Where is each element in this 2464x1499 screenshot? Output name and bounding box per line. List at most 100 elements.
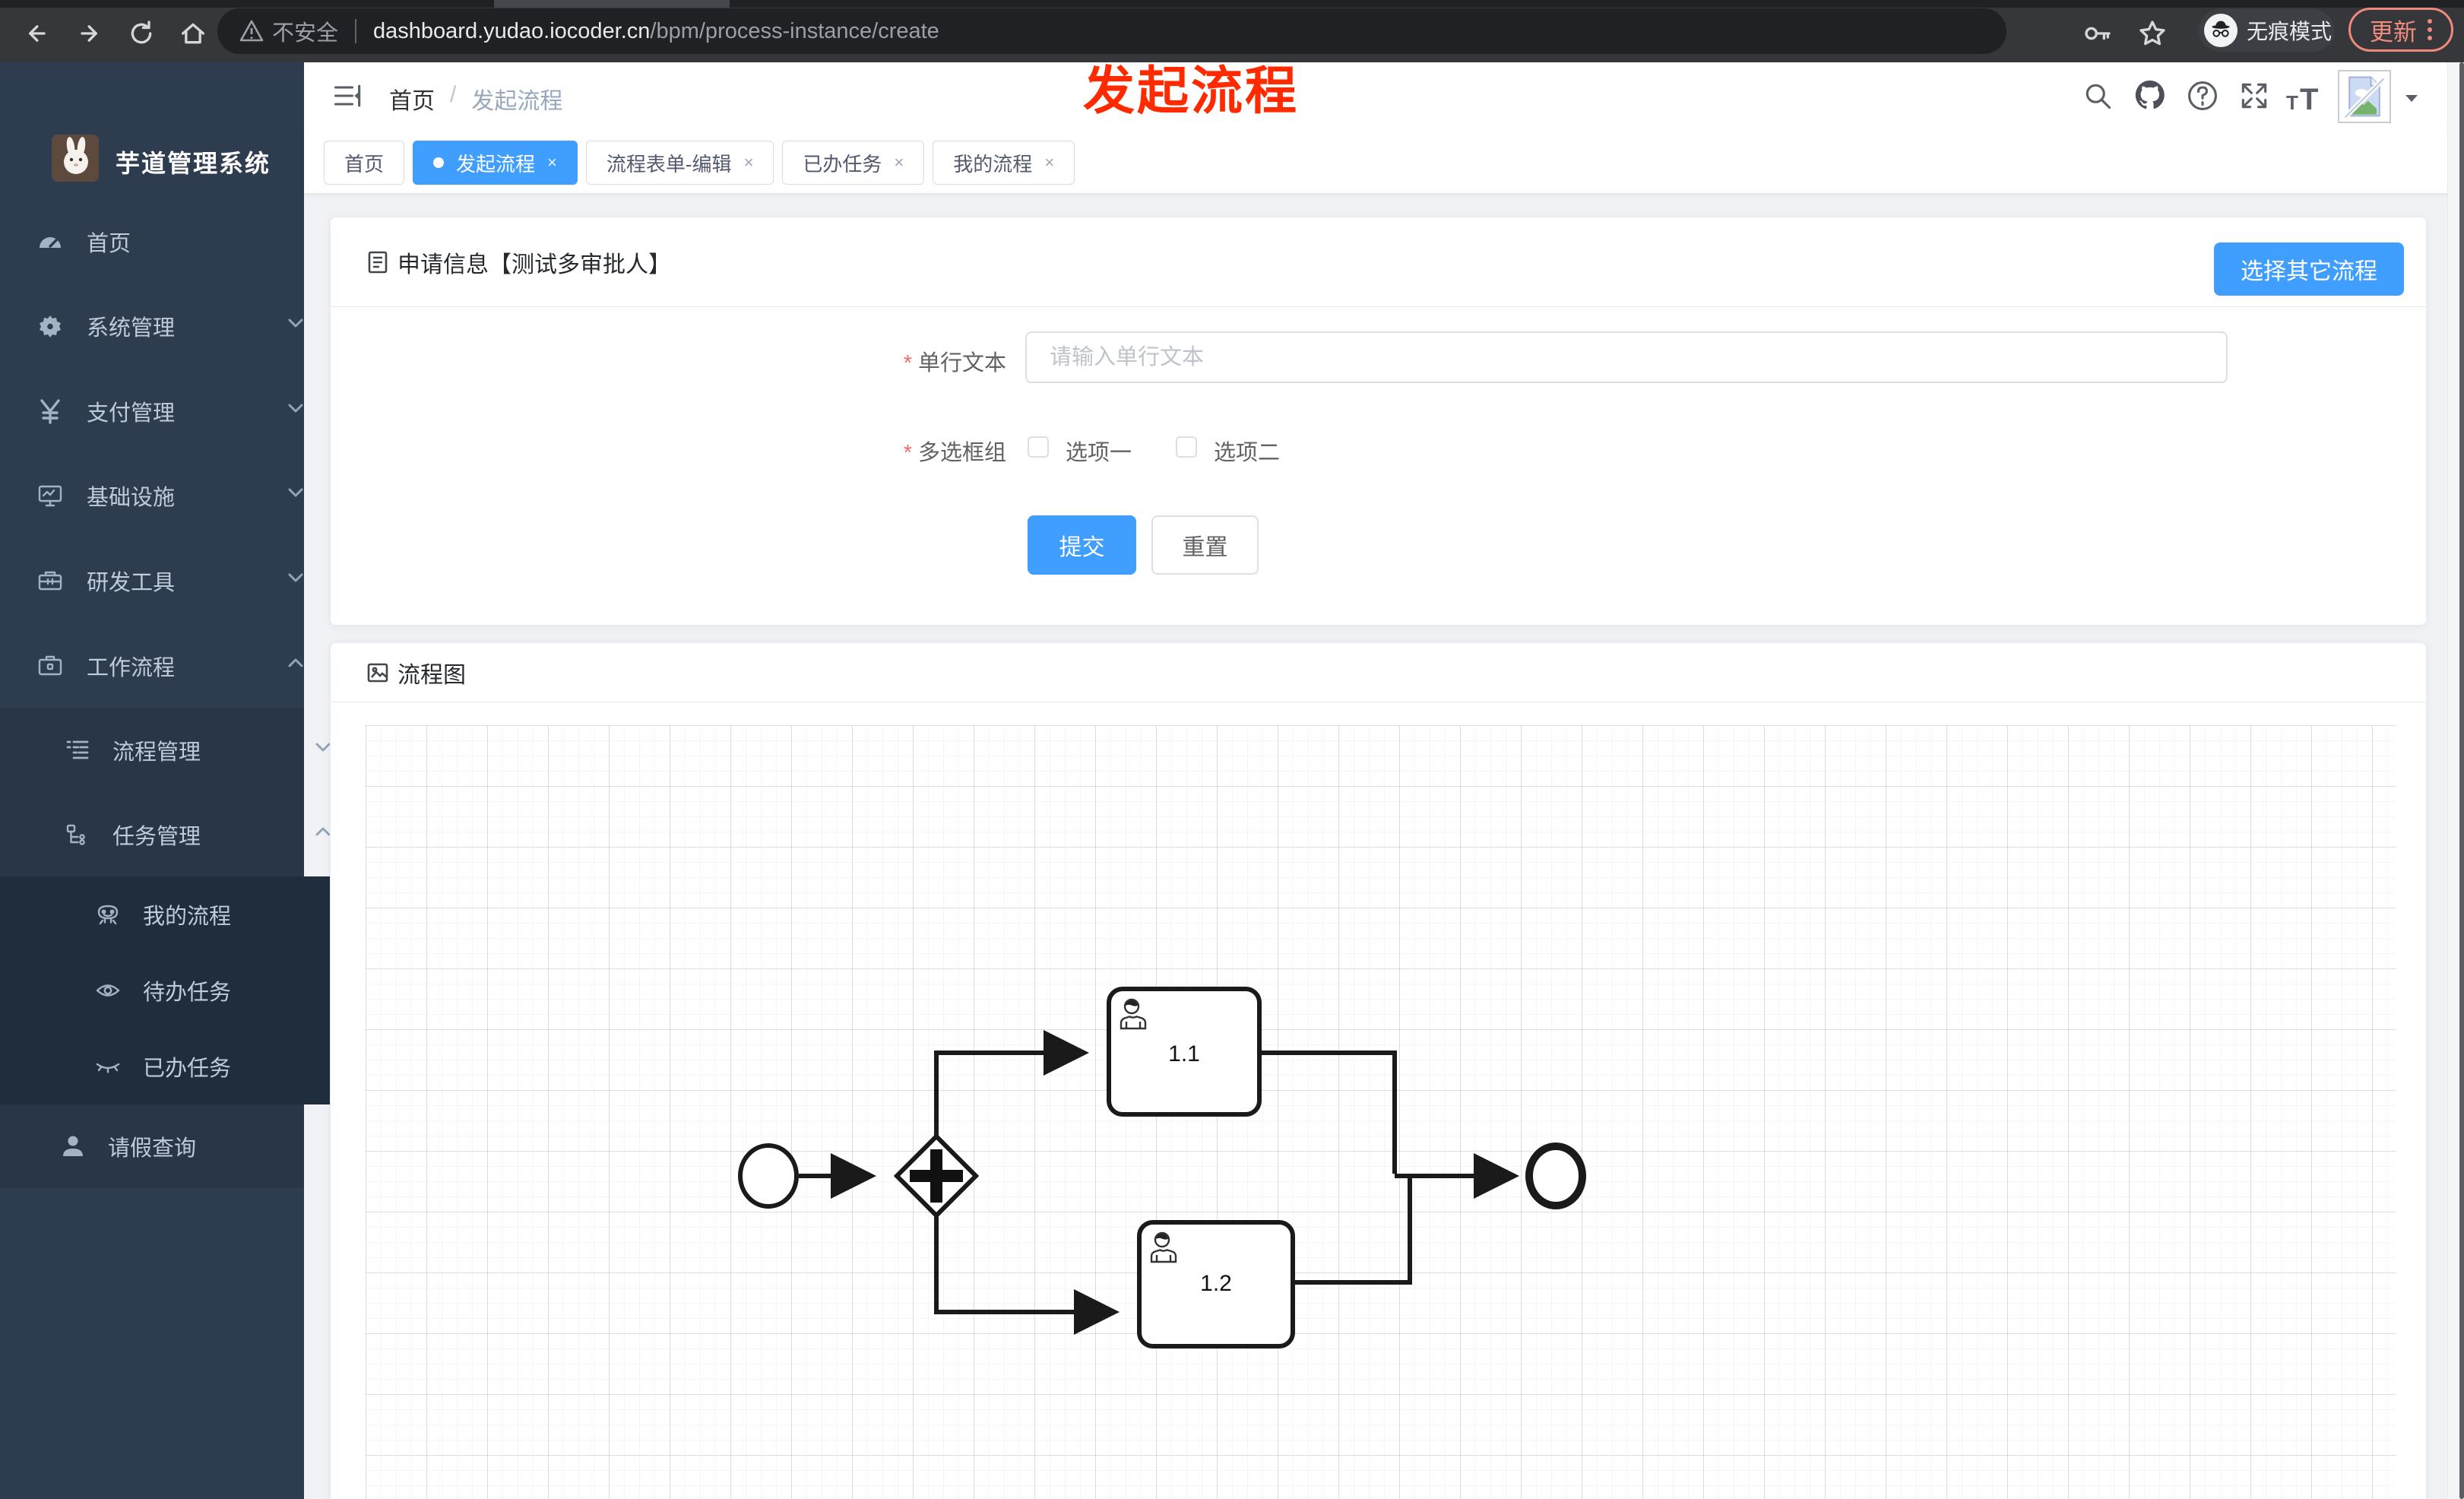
- breadcrumb-current: 发起流程: [471, 89, 563, 114]
- person-icon: [59, 1133, 87, 1160]
- github-icon[interactable]: [2133, 78, 2168, 116]
- font-size-icon[interactable]: TT: [2285, 81, 2324, 118]
- tab-home[interactable]: 首页: [324, 141, 405, 185]
- tab-label: 已办任务: [803, 152, 882, 176]
- tab-my-process[interactable]: 我的流程 ×: [933, 141, 1075, 185]
- apply-info-title: 申请信息【测试多审批人】: [397, 252, 671, 277]
- checkbox-option-1[interactable]: [1028, 436, 1049, 458]
- not-secure-warning-icon[interactable]: [239, 18, 264, 44]
- browser-address-bar[interactable]: 不安全 dashboard.yudao.iocoder.cn/bpm/proce…: [217, 8, 2006, 54]
- sidebar-item-workflow[interactable]: 工作流程: [0, 623, 340, 708]
- field-label-text: * 单行文本: [903, 351, 1006, 376]
- chevron-down-icon: [284, 397, 307, 426]
- parallel-gateway-node[interactable]: [893, 1133, 980, 1219]
- process-diagram-title: 流程图: [397, 662, 466, 688]
- browser-menu-icon[interactable]: [2428, 19, 2432, 40]
- dashboard-icon: [36, 228, 64, 255]
- process-diagram-card: 流程图 1.1 1.2: [330, 642, 2427, 1499]
- single-line-text-input[interactable]: [1025, 331, 2228, 383]
- sidebar-item-label: 流程管理: [112, 740, 201, 765]
- tab-label: 发起流程: [456, 152, 536, 176]
- page-scrollbar-thumb[interactable]: [2459, 62, 2464, 1499]
- checkbox-option-2-label[interactable]: 选项二: [1214, 435, 1280, 467]
- tab-form-edit[interactable]: 流程表单-编辑 ×: [585, 141, 774, 185]
- sidebar: 芋道管理系统 首页 系统管理 支付管理 基础设施 研发工具 工作流程 流程管理 …: [0, 62, 398, 1499]
- browser-forward-button[interactable]: [74, 18, 105, 49]
- sidebar-item-payment[interactable]: 支付管理: [0, 369, 340, 453]
- tab-close-icon[interactable]: ×: [894, 153, 904, 173]
- sidebar-item-label: 系统管理: [87, 315, 176, 341]
- browser-update-button[interactable]: 更新: [2348, 8, 2453, 52]
- tab-close-icon[interactable]: ×: [547, 153, 557, 173]
- url-host[interactable]: dashboard.yudao.iocoder.cn: [373, 19, 650, 44]
- checkbox-option-1-label[interactable]: 选项一: [1066, 435, 1132, 467]
- tab-label: 首页: [344, 152, 385, 176]
- user-avatar[interactable]: [2338, 70, 2391, 123]
- sidebar-item-home[interactable]: 首页: [0, 199, 340, 284]
- search-icon[interactable]: [2081, 79, 2114, 116]
- breadcrumb-home[interactable]: 首页: [389, 82, 435, 116]
- user-task-1-2[interactable]: 1.2: [1137, 1220, 1295, 1348]
- home-icon: [182, 23, 204, 44]
- gear-icon: [36, 312, 64, 340]
- bookmark-star-icon[interactable]: [2137, 18, 2168, 49]
- incognito-label: 无痕模式: [2247, 20, 2333, 43]
- submit-button[interactable]: 提交: [1028, 515, 1136, 575]
- reset-button[interactable]: 重置: [1151, 515, 1259, 575]
- flow-gateway-to-task2: [934, 1213, 1120, 1335]
- tab-close-icon[interactable]: ×: [744, 153, 754, 173]
- monitor-icon: [36, 482, 64, 509]
- sidebar-item-process-mgmt[interactable]: 流程管理: [0, 708, 368, 792]
- reload-icon: [131, 21, 152, 44]
- bpmn-canvas[interactable]: 1.1 1.2: [366, 725, 2396, 1499]
- annotation-title: 发起流程: [1083, 62, 1300, 120]
- sidebar-item-infrastructure[interactable]: 基础设施: [0, 453, 340, 537]
- security-label[interactable]: 不安全: [272, 15, 338, 47]
- task-label: 1.2: [1200, 1271, 1232, 1296]
- sidebar-item-system[interactable]: 系统管理: [0, 284, 340, 368]
- robot-icon: [94, 901, 122, 928]
- sidebar-item-dev-tools[interactable]: 研发工具: [0, 538, 340, 623]
- browser-home-button[interactable]: [178, 18, 208, 49]
- toolbox-icon: [36, 567, 64, 594]
- required-mark: *: [903, 441, 912, 465]
- apply-info-card: 申请信息【测试多审批人】 选择其它流程 *单行文本 *多选框组 选项一 选项二 …: [330, 217, 2427, 626]
- chevron-down-icon: [284, 566, 307, 595]
- browser-reload-button[interactable]: [126, 18, 157, 49]
- sidebar-item-leave-query[interactable]: 请假查询: [0, 1104, 363, 1187]
- yen-icon: [36, 398, 64, 425]
- tab-done-tasks[interactable]: 已办任务 ×: [782, 141, 925, 185]
- required-mark: *: [903, 351, 912, 376]
- browser-back-button[interactable]: [21, 18, 52, 49]
- sidebar-item-task-mgmt[interactable]: 任务管理: [0, 792, 368, 876]
- document-icon: [368, 251, 388, 273]
- sidebar-item-label: 支付管理: [87, 401, 176, 426]
- fullscreen-icon[interactable]: [2238, 79, 2271, 116]
- tab-label: 流程表单-编辑: [606, 152, 732, 176]
- url-path[interactable]: /bpm/process-instance/create: [650, 19, 939, 44]
- tab-close-icon[interactable]: ×: [1044, 153, 1054, 173]
- sidebar-item-label: 已办任务: [143, 1057, 232, 1081]
- app-logo[interactable]: [52, 135, 99, 182]
- start-event-node[interactable]: [738, 1143, 799, 1209]
- browser-active-tab-edge: [494, 0, 730, 8]
- bpmn-diagram: 1.1 1.2: [738, 987, 1586, 1348]
- chevron-down-icon: [284, 312, 307, 341]
- help-icon[interactable]: [2186, 79, 2219, 116]
- end-event-node[interactable]: [1525, 1142, 1586, 1209]
- sidebar-collapse-button[interactable]: [331, 79, 365, 116]
- select-other-process-button[interactable]: 选择其它流程: [2214, 242, 2404, 296]
- view-tabs-bar: 首页 发起流程 × 流程表单-编辑 × 已办任务 × 我的流程 ×: [304, 129, 2464, 194]
- tab-start-process[interactable]: 发起流程 ×: [413, 141, 578, 185]
- checkbox-option-2[interactable]: [1176, 436, 1197, 458]
- screenshot-root: 不安全 dashboard.yudao.iocoder.cn/bpm/proce…: [0, 0, 2464, 1499]
- update-label[interactable]: 更新: [2370, 13, 2417, 47]
- briefcase-icon: [36, 652, 64, 680]
- incognito-badge: 无痕模式: [2199, 9, 2334, 52]
- avatar-caret-icon[interactable]: [2402, 88, 2421, 112]
- eye-closed-icon: [94, 1053, 122, 1080]
- back-arrow-icon: [29, 25, 46, 42]
- flow-gateway-to-task1: [934, 1030, 1089, 1136]
- password-key-icon[interactable]: [2082, 18, 2113, 49]
- user-task-1-1[interactable]: 1.1: [1107, 987, 1262, 1117]
